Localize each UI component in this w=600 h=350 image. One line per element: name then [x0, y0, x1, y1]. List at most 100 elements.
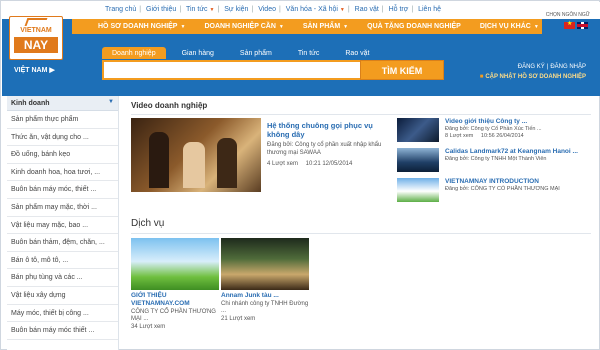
separator: |	[278, 6, 281, 13]
sidebar-item[interactable]: Buôn bán thảm, đệm, chăn, ...	[7, 234, 118, 252]
view-count: 8 Lượt xem	[445, 133, 474, 139]
logo-text-top: VIETNAM	[20, 27, 52, 34]
search-tab-news[interactable]: Tin tức	[288, 47, 330, 59]
sidebar-item[interactable]: Thức ăn, vật dụng cho ...	[7, 129, 118, 147]
video-title[interactable]: Calidas Landmark72 at Keangnam Hanoi ...	[445, 148, 578, 155]
login-link[interactable]: ĐĂNG NHẬP	[550, 64, 586, 70]
page-frame: Trang chủ | Giới thiệu | Tin tức ▼ | Sự kiện…	[0, 0, 600, 350]
service-card[interactable]: GIỚI THIỆU VIETNAMNAY.COM CÔNG TY CỔ PHẦ…	[131, 238, 219, 330]
sidebar-header[interactable]: Kinh doanh ▼	[7, 96, 118, 111]
update-profile-link[interactable]: ■ CẬP NHẬT HỒ SƠ DOANH NGHIỆP	[480, 74, 586, 80]
featured-video-meta: 4 Lượt xem 10:21 12/05/2014	[267, 161, 352, 167]
service-thumbnail[interactable]	[221, 238, 309, 290]
logo-text-bottom: NAY	[14, 37, 58, 53]
nav-company-profile[interactable]: HỒ SƠ DOANH NGHIỆP ▼	[98, 23, 185, 30]
separator: |	[139, 6, 142, 13]
service-owner: Chi nhánh công ty TNHH Đường ...	[221, 301, 309, 314]
vietnam-flag-icon[interactable]	[564, 20, 575, 29]
view-count: 34 Lượt xem	[131, 324, 166, 330]
video-thumbnail[interactable]	[397, 118, 439, 142]
square-bullet-icon: ■	[479, 74, 484, 80]
register-link[interactable]: ĐĂNG KÝ	[518, 64, 545, 70]
sidebar-item[interactable]: Sản phẩm may mặc, thời ...	[7, 199, 118, 217]
service-title[interactable]: Annam Junk tàu ...	[221, 292, 309, 299]
search-button[interactable]: TÌM KIẾM	[360, 60, 444, 80]
view-count: 21 Lượt xem	[221, 316, 256, 322]
update-profile-label: CẬP NHẬT HỒ SƠ DOANH NGHIỆP	[485, 74, 586, 80]
video-list-item[interactable]: Calidas Landmark72 at Keangnam Hanoi ...…	[397, 148, 597, 174]
nav-other-services[interactable]: DỊCH VỤ KHÁC ▼	[480, 23, 539, 30]
search-input[interactable]	[102, 60, 360, 80]
service-thumbnail[interactable]	[131, 238, 219, 290]
separator: |	[411, 6, 414, 13]
sidebar-item[interactable]: Buôn bán máy móc, thiết ...	[7, 181, 118, 199]
sidebar-item[interactable]: Vật liệu may mặc, bao ...	[7, 217, 118, 235]
top-link-events[interactable]: Sự kiện	[224, 6, 248, 13]
sidebar-item[interactable]: Bán ô tô, mô tô, ...	[7, 252, 118, 270]
nav-corporate-gifts[interactable]: QUÀ TẶNG DOANH NGHIỆP	[367, 23, 461, 30]
sidebar-item[interactable]: Sản phẩm thực phẩm	[7, 111, 118, 129]
top-links-bar: Trang chủ | Giới thiệu | Tin tức ▼ | Sự kiện…	[2, 2, 600, 19]
search-tabs: Doanh nghiệp Gian hàng Sản phẩm Tin tức …	[102, 47, 386, 59]
top-link-classifieds[interactable]: Rao vặt	[355, 6, 379, 13]
sidebar-title: Kinh doanh	[11, 100, 50, 107]
divider	[131, 233, 591, 234]
search-tab-products[interactable]: Sản phẩm	[230, 47, 282, 59]
video-list-item[interactable]: Video giới thiệu Công ty ... Đăng bởi: C…	[397, 118, 597, 144]
category-sidebar: Kinh doanh ▼ Sản phẩm thực phẩm Thức ăn,…	[7, 96, 119, 350]
site-logo[interactable]: VIETNAM NAY	[9, 16, 63, 60]
search-tab-business[interactable]: Doanh nghiệp	[102, 47, 166, 59]
caret-down-icon: ▼	[180, 24, 186, 30]
separator: |	[251, 6, 254, 13]
uk-flag-icon[interactable]	[577, 22, 588, 29]
top-link-about[interactable]: Giới thiệu	[146, 6, 176, 13]
services-section-title: Dịch vụ	[131, 218, 165, 229]
featured-video-thumbnail[interactable]	[131, 118, 261, 192]
video-owner: Đăng bởi: Công ty Cổ Phần Xúc Tiến ...	[445, 126, 542, 132]
video-owner: Đăng bởi: CÔNG TY CỔ PHẦN THƯƠNG MẠI	[445, 186, 560, 192]
region-selector[interactable]: VIỆT NAM ▶	[14, 66, 55, 74]
nav-business-needs[interactable]: DOANH NGHIỆP CẦN ▼	[204, 23, 283, 30]
caret-down-icon: ▼	[533, 24, 539, 30]
featured-video-owner: Đăng bởi: Công ty cổ phần xuất nhập khẩu…	[267, 142, 382, 156]
service-title[interactable]: GIỚI THIỆU	[131, 292, 219, 299]
video-thumbnail[interactable]	[397, 148, 439, 172]
separator: |	[546, 64, 549, 70]
main-nav: HỒ SƠ DOANH NGHIỆP ▼ DOANH NGHIỆP CẦN ▼ SẢ…	[72, 19, 542, 34]
featured-video-title[interactable]: Hệ thống chuông gọi phục vụ không dây	[267, 121, 385, 139]
video-title[interactable]: VIETNAMNAY INTRODUCTION	[445, 178, 539, 185]
thumbnail-figure	[183, 142, 205, 188]
separator: |	[217, 6, 220, 13]
video-title[interactable]: Video giới thiệu Công ty ...	[445, 118, 527, 125]
service-title-line2[interactable]: VIETNAMNAY.COM	[131, 300, 219, 307]
video-list-item[interactable]: VIETNAMNAY INTRODUCTION Đăng bởi: CÔNG T…	[397, 178, 597, 204]
sidebar-item[interactable]: Vật liệu xây dựng	[7, 287, 118, 305]
top-link-contact[interactable]: Liên hệ	[418, 6, 441, 13]
nav-label: SẢN PHẨM	[302, 23, 341, 30]
video-section-title: Video doanh nghiệp	[131, 101, 208, 110]
search-tab-classifieds[interactable]: Rao vặt	[335, 47, 379, 59]
top-link-support[interactable]: Hỗ trợ	[389, 6, 409, 13]
sidebar-item[interactable]: Bán phụ tùng và các ...	[7, 269, 118, 287]
sidebar-item[interactable]: Máy móc, thiết bị công ...	[7, 305, 118, 323]
top-link-video[interactable]: Video	[258, 6, 276, 13]
sidebar-item[interactable]: Buôn bán máy móc thiết ...	[7, 322, 118, 340]
video-thumbnail[interactable]	[397, 178, 439, 202]
view-count: 4 Lượt xem	[267, 161, 298, 167]
caret-down-icon: ▼	[278, 24, 284, 30]
nav-products[interactable]: SẢN PHẨM ▼	[303, 23, 348, 30]
video-meta: 8 Lượt xem 10:56 26/04/2014	[445, 133, 524, 139]
service-card[interactable]: Annam Junk tàu ... Chi nhánh công ty TNH…	[221, 238, 309, 322]
search-tab-stores[interactable]: Gian hàng	[172, 47, 224, 59]
top-link-culture[interactable]: Văn hóa - Xã hội	[286, 6, 338, 13]
nav-label: DỊCH VỤ KHÁC	[479, 23, 531, 30]
thumbnail-figure	[149, 132, 169, 188]
separator: |	[381, 6, 384, 13]
sidebar-item[interactable]: Đồ uống, bánh kẹo	[7, 146, 118, 164]
caret-down-icon: ▼	[209, 7, 215, 13]
region-label: VIỆT NAM	[14, 67, 48, 74]
top-link-home[interactable]: Trang chủ	[105, 6, 136, 13]
top-link-news[interactable]: Tin tức	[186, 6, 208, 13]
sidebar-item[interactable]: Kinh doanh hoa, hoa tươi, ...	[7, 164, 118, 182]
video-owner: Đăng bởi: Công ty TNHH Một Thành Viên	[445, 156, 547, 162]
